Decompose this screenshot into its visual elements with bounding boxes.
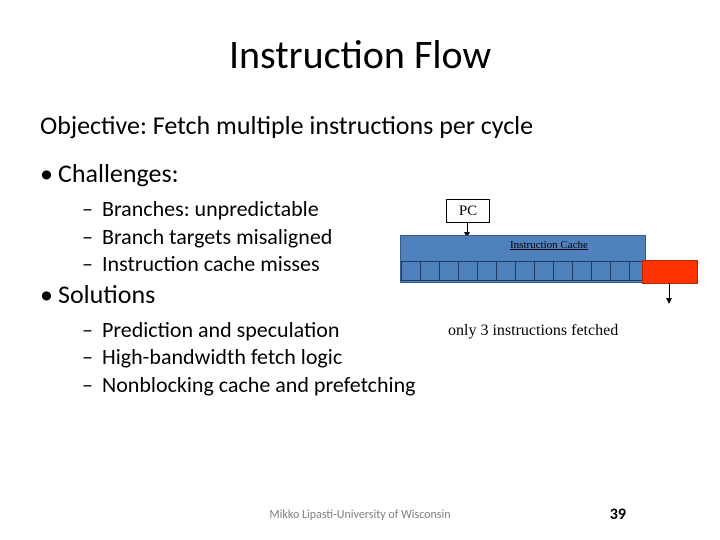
instruction-cache-label: Instruction Cache (510, 239, 588, 251)
diagram-caption: only 3 instructions fetched (448, 322, 680, 340)
page-number: 39 (610, 505, 626, 524)
solutions-heading: Solutions (40, 278, 680, 310)
slide: Instruction Flow Objective: Fetch multip… (0, 0, 720, 540)
solutions-list: Prediction and speculation High-bandwidt… (40, 316, 440, 399)
solution-item: Nonblocking cache and prefetching (40, 371, 440, 399)
solution-item: Prediction and speculation (40, 316, 440, 344)
cache-diagram: PC Instruction Cache (400, 195, 680, 278)
solution-item: High-bandwidth fetch logic (40, 343, 440, 371)
challenge-item: Branches: unpredictable (40, 195, 400, 223)
objective-text: Objective: Fetch multiple instructions p… (40, 109, 680, 141)
slide-title: Instruction Flow (40, 30, 680, 79)
arrow-down-icon (467, 223, 468, 233)
challenge-item: Branch targets misaligned (40, 223, 400, 251)
challenges-heading: Challenges: (40, 157, 680, 189)
solutions-row: Prediction and speculation High-bandwidt… (40, 316, 680, 399)
pc-register-box: PC (446, 199, 490, 223)
challenges-row: Branches: unpredictable Branch targets m… (40, 195, 680, 278)
diagram-caption-col: only 3 instructions fetched (440, 316, 680, 340)
challenge-item: Instruction cache misses (40, 250, 400, 278)
challenges-list: Branches: unpredictable Branch targets m… (40, 195, 400, 278)
